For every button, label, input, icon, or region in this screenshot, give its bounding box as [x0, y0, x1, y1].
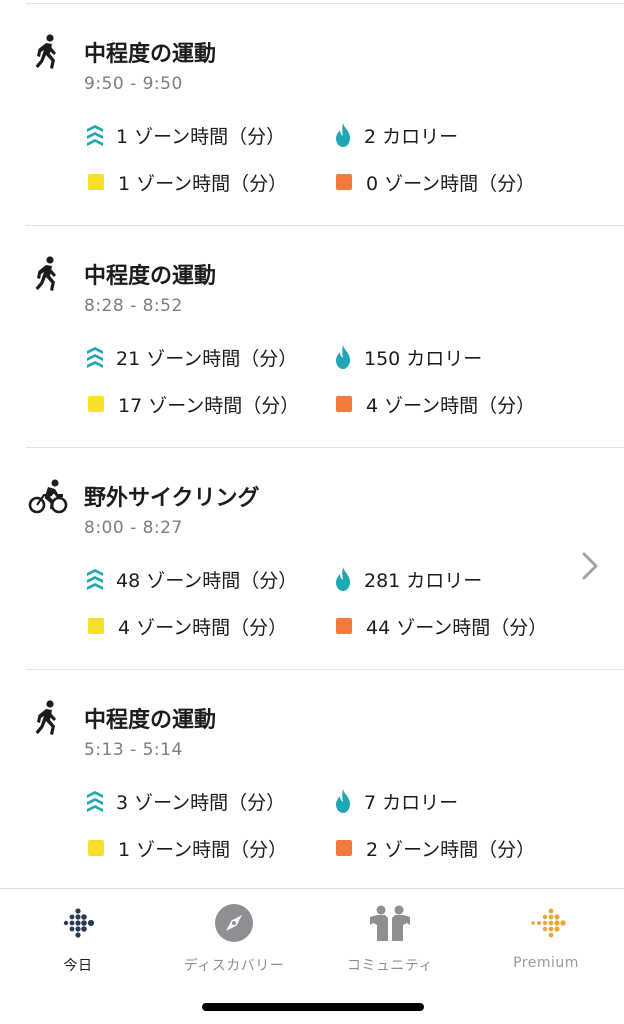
fat-burn-value: 1 ゾーン時間（分）: [118, 838, 288, 861]
zone-minutes-stat: 1 ゾーン時間（分）: [84, 120, 285, 150]
calories-stat: 2 カロリー: [332, 120, 458, 150]
zone-minutes-value: 21 ゾーン時間（分）: [116, 347, 298, 370]
zone-minutes-icon: [87, 569, 103, 590]
compass-icon: [215, 904, 253, 942]
zone-minutes-value: 3 ゾーン時間（分）: [116, 791, 286, 814]
fat-burn-value: 17 ゾーン時間（分）: [118, 394, 300, 417]
activity-item[interactable]: 野外サイクリング 8:00 - 8:27 48 ゾーン時間（分） 281 カロリ…: [0, 448, 624, 670]
tab-today[interactable]: 今日: [0, 901, 156, 975]
cardio-value: 4 ゾーン時間（分）: [366, 394, 536, 417]
fat-burn-square-icon: [88, 396, 104, 412]
tab-label: ディスカバリー: [183, 958, 285, 974]
premium-icon: [531, 908, 566, 938]
cardio-stat: 44 ゾーン時間（分）: [332, 611, 547, 641]
zone-minutes-stat: 3 ゾーン時間（分）: [84, 786, 285, 816]
tab-community[interactable]: コミュニティ: [312, 901, 468, 975]
activity-list: 中程度の運動 9:50 - 9:50 1 ゾーン時間（分） 2 カロリー 1 ゾ…: [0, 4, 624, 892]
cardio-stat: 4 ゾーン時間（分）: [332, 389, 535, 419]
tab-label: 今日: [63, 958, 93, 974]
cardio-square-icon: [336, 618, 352, 634]
tab-label: コミュニティ: [346, 958, 434, 974]
activity-title: 中程度の運動: [84, 708, 217, 733]
fat-burn-square-icon: [88, 618, 104, 634]
calories-stat: 7 カロリー: [332, 786, 458, 816]
activity-time: 8:00 - 8:27: [84, 518, 183, 538]
fat-burn-square-icon: [88, 840, 104, 856]
zone-minutes-stat: 48 ゾーン時間（分）: [84, 564, 297, 594]
calories-stat: 281 カロリー: [332, 564, 482, 594]
tab-label: Premium: [513, 955, 579, 971]
fitbit-logo-icon: [63, 908, 95, 938]
zone-minutes-icon: [87, 791, 103, 812]
cardio-value: 0 ゾーン時間（分）: [366, 172, 536, 195]
fat-burn-value: 4 ゾーン時間（分）: [118, 616, 288, 639]
tab-discovery[interactable]: ディスカバリー: [156, 901, 312, 975]
cycling-icon: [28, 479, 68, 514]
flame-icon: [336, 567, 350, 591]
zone-minutes-value: 1 ゾーン時間（分）: [116, 125, 286, 148]
fat-burn-stat: 1 ゾーン時間（分）: [84, 167, 287, 197]
activity-title: 野外サイクリング: [84, 486, 260, 511]
zone-minutes-value: 48 ゾーン時間（分）: [116, 569, 298, 592]
cardio-stat: 0 ゾーン時間（分）: [332, 167, 535, 197]
calories-value: 150 カロリー: [364, 347, 483, 370]
activity-time: 5:13 - 5:14: [84, 740, 183, 760]
cardio-stat: 2 ゾーン時間（分）: [332, 833, 535, 863]
activity-item[interactable]: 中程度の運動 9:50 - 9:50 1 ゾーン時間（分） 2 カロリー 1 ゾ…: [0, 4, 624, 226]
community-icon: [370, 905, 410, 941]
cardio-value: 2 ゾーン時間（分）: [366, 838, 536, 861]
flame-icon: [336, 789, 350, 813]
chevron-right-icon[interactable]: [576, 546, 604, 586]
walking-icon: [35, 256, 56, 291]
flame-icon: [336, 345, 350, 369]
fat-burn-square-icon: [88, 174, 104, 190]
cardio-square-icon: [336, 396, 352, 412]
walking-icon: [35, 34, 56, 69]
activity-time: 8:28 - 8:52: [84, 296, 183, 316]
fat-burn-stat: 1 ゾーン時間（分）: [84, 833, 287, 863]
zone-minutes-stat: 21 ゾーン時間（分）: [84, 342, 297, 372]
calories-value: 7 カロリー: [364, 791, 459, 814]
fat-burn-stat: 4 ゾーン時間（分）: [84, 611, 287, 641]
home-indicator[interactable]: [202, 1003, 424, 1011]
zone-minutes-icon: [87, 125, 103, 146]
activity-title: 中程度の運動: [84, 264, 217, 289]
fat-burn-value: 1 ゾーン時間（分）: [118, 172, 288, 195]
calories-stat: 150 カロリー: [332, 342, 482, 372]
activity-time: 9:50 - 9:50: [84, 74, 183, 94]
tab-premium[interactable]: Premium: [468, 901, 624, 971]
calories-value: 2 カロリー: [364, 125, 459, 148]
cardio-square-icon: [336, 174, 352, 190]
fat-burn-stat: 17 ゾーン時間（分）: [84, 389, 299, 419]
activity-item[interactable]: 中程度の運動 8:28 - 8:52 21 ゾーン時間（分） 150 カロリー …: [0, 226, 624, 448]
walking-icon: [35, 700, 56, 735]
flame-icon: [336, 123, 350, 147]
calories-value: 281 カロリー: [364, 569, 483, 592]
cardio-value: 44 ゾーン時間（分）: [366, 616, 548, 639]
cardio-square-icon: [336, 840, 352, 856]
zone-minutes-icon: [87, 347, 103, 368]
activity-title: 中程度の運動: [84, 42, 217, 67]
activity-item[interactable]: 中程度の運動 5:13 - 5:14 3 ゾーン時間（分） 7 カロリー 1 ゾ…: [0, 670, 624, 892]
